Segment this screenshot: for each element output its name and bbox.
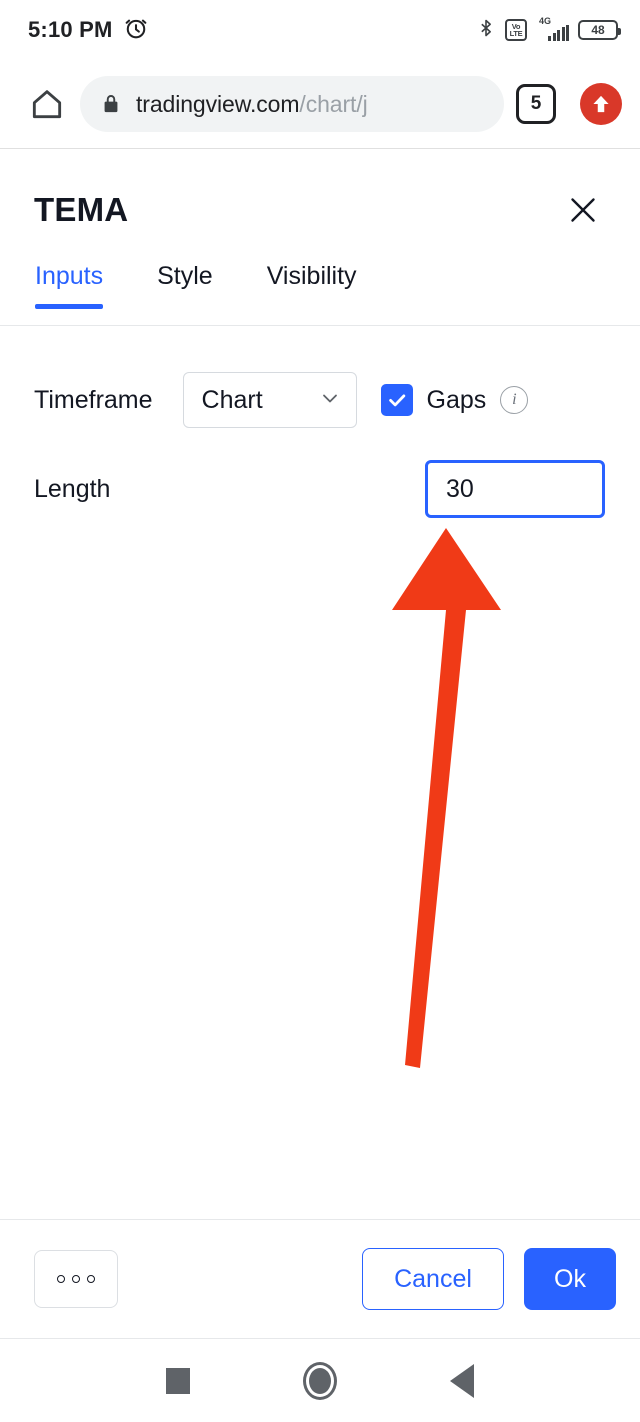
- home-icon[interactable]: [20, 77, 74, 131]
- android-nav-bar: [0, 1339, 640, 1422]
- url-path: /chart/j: [299, 90, 368, 117]
- info-icon[interactable]: i: [500, 386, 529, 414]
- gaps-checkbox[interactable]: [380, 384, 413, 416]
- signal-bars: [548, 25, 569, 41]
- toolbar-divider: [0, 148, 640, 149]
- length-input-value: 30: [446, 474, 474, 503]
- chevron-down-icon: [318, 386, 342, 415]
- url-bar[interactable]: tradingview.com/chart/j: [80, 76, 504, 132]
- status-bar-left: 5:10 PM: [28, 15, 149, 46]
- close-icon[interactable]: [556, 183, 610, 237]
- timeframe-label: Timeframe: [34, 385, 153, 414]
- dialog-footer: Cancel Ok: [0, 1220, 640, 1338]
- bluetooth-icon: [476, 16, 496, 45]
- signal-bars-icon: 4G: [536, 16, 569, 41]
- volte-icon: Vo LTE: [505, 19, 527, 41]
- cancel-button[interactable]: Cancel: [362, 1248, 504, 1310]
- lock-icon: [100, 92, 122, 116]
- tab-inputs[interactable]: Inputs: [35, 262, 104, 309]
- page-title: TEMA: [34, 191, 129, 228]
- tabs-divider: [0, 325, 640, 326]
- dialog-header: TEMA: [0, 170, 640, 250]
- dialog-tabs: Inputs Style Visibility: [0, 262, 640, 326]
- status-bar: 5:10 PM Vo LTE 4G 48: [0, 0, 640, 60]
- tab-visibility[interactable]: Visibility: [267, 262, 357, 309]
- timeframe-select[interactable]: Chart: [182, 372, 357, 428]
- browser-toolbar: tradingview.com/chart/j 5: [0, 60, 640, 148]
- ok-button[interactable]: Ok: [524, 1248, 616, 1310]
- recents-square-icon[interactable]: [166, 1367, 191, 1394]
- status-bar-clock: 5:10 PM: [28, 17, 113, 42]
- length-input[interactable]: 30: [425, 460, 605, 518]
- url-domain: tradingview.com: [136, 90, 300, 117]
- tab-style[interactable]: Style: [157, 262, 213, 309]
- update-arrow-icon[interactable]: [580, 83, 622, 125]
- home-circle-icon[interactable]: [302, 1361, 337, 1400]
- timeframe-select-value: Chart: [201, 385, 263, 414]
- length-label: Length: [34, 474, 111, 503]
- battery-icon: 48: [578, 20, 621, 40]
- gaps-control: Gaps i: [380, 384, 529, 416]
- timeframe-row: Timeframe Chart Gaps i: [0, 372, 640, 428]
- back-triangle-icon[interactable]: [449, 1363, 474, 1398]
- more-options-icon[interactable]: [34, 1250, 118, 1308]
- url-text: tradingview.com/chart/j: [136, 91, 368, 118]
- gaps-label: Gaps: [426, 385, 487, 414]
- status-bar-right: Vo LTE 4G 48: [476, 16, 621, 45]
- tab-counter[interactable]: 5: [516, 84, 556, 124]
- alarm-clock-icon: [123, 15, 149, 46]
